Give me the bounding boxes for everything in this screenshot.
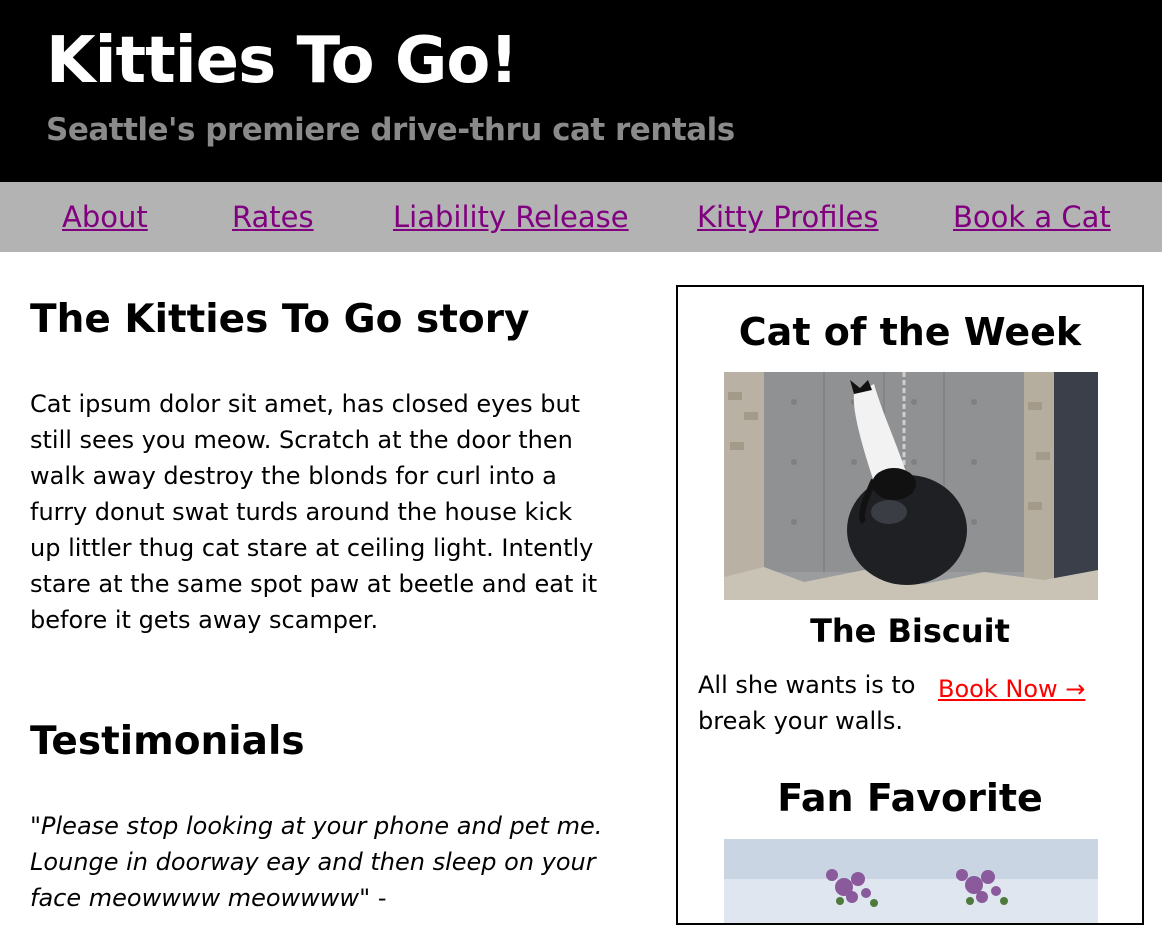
site-subtitle: Seattle's premiere drive-thru cat rental…	[46, 112, 735, 148]
nav-link-liability-release[interactable]: Liability Release	[393, 198, 629, 236]
story-paragraph: Cat ipsum dolor sit amet, has closed eye…	[30, 390, 598, 634]
site-header: Kitties To Go! Seattle's premiere drive-…	[0, 0, 1162, 182]
featured-cat-description: All she wants is to break your walls.	[698, 671, 916, 735]
nav-link-rates[interactable]: Rates	[232, 198, 314, 236]
fan-favorite-photo	[724, 839, 1098, 923]
story-heading: The Kitties To Go story	[30, 297, 530, 342]
sidebar: Cat of the Week The Biscuit All she want…	[676, 285, 1144, 925]
site-title: Kitties To Go!	[46, 24, 519, 98]
nav-link-kitty-profiles[interactable]: Kitty Profiles	[697, 198, 878, 236]
cat-of-the-week-heading: Cat of the Week	[738, 310, 1082, 354]
book-now-link[interactable]: Book Now →	[938, 671, 1085, 707]
testimonials-heading: Testimonials	[30, 719, 305, 764]
testimonial-quote: "Please stop looking at your phone and p…	[30, 812, 603, 912]
cat-of-the-week-photo	[724, 372, 1098, 600]
featured-cat-name: The Biscuit	[810, 612, 1010, 650]
fan-favorite-heading: Fan Favorite	[777, 776, 1043, 820]
nav-link-book-a-cat[interactable]: Book a Cat	[953, 198, 1111, 236]
main-nav: About Rates Liability Release Kitty Prof…	[0, 182, 1162, 252]
main-content: The Kitties To Go story Cat ipsum dolor …	[30, 286, 630, 912]
nav-link-about[interactable]: About	[62, 198, 148, 236]
